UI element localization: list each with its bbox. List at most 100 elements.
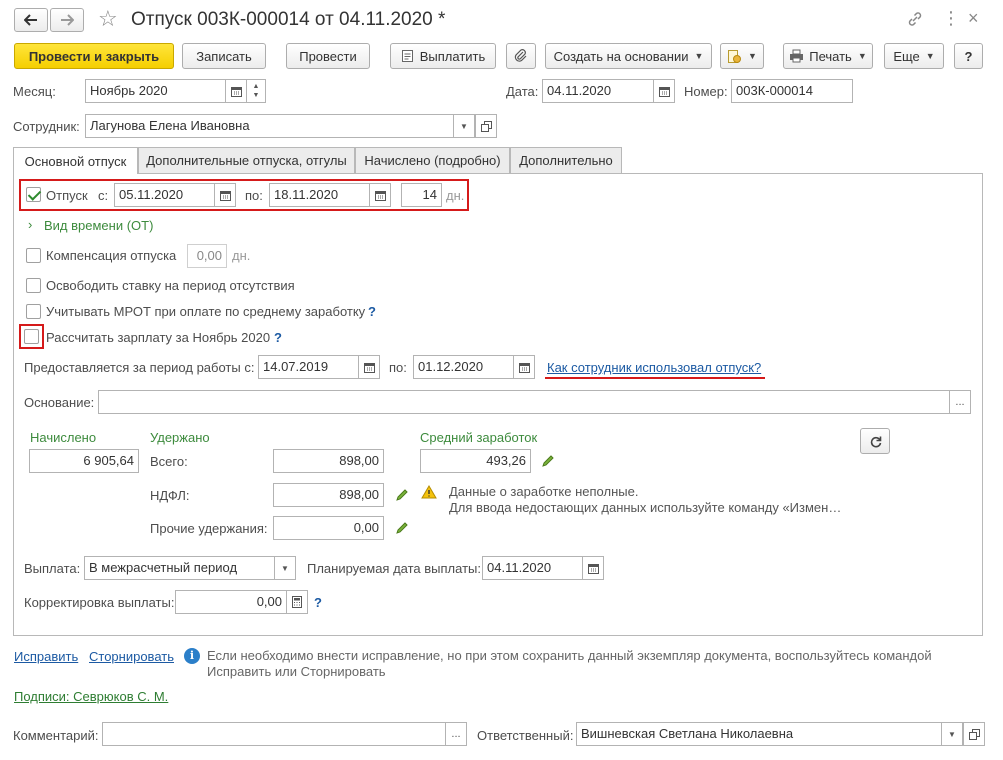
kebab-menu-icon[interactable]: ⋮ bbox=[942, 8, 960, 29]
save-button[interactable]: Записать bbox=[182, 43, 266, 69]
period-from-field[interactable]: 14.07.2019 bbox=[258, 355, 359, 379]
basis-field[interactable] bbox=[98, 390, 950, 414]
planned-date-calendar-button[interactable] bbox=[582, 556, 604, 580]
chevron-down-icon: ▼ bbox=[748, 51, 757, 61]
print-button[interactable]: Печать ▼ bbox=[783, 43, 873, 69]
signatures-link[interactable]: Подписи: Севрюков С. М. bbox=[14, 689, 168, 705]
tab-accrued-detailed[interactable]: Начислено (подробно) bbox=[355, 147, 510, 173]
total-withheld-field[interactable]: 898,00 bbox=[273, 449, 384, 473]
planned-date-label: Планируемая дата выплаты: bbox=[307, 561, 481, 576]
calendar-icon bbox=[374, 190, 386, 201]
compensation-label: Компенсация отпуска bbox=[46, 248, 177, 263]
vacation-from-label: с: bbox=[98, 188, 109, 203]
time-type-chevron-icon[interactable]: › bbox=[28, 217, 32, 232]
calc-salary-help-icon[interactable]: ? bbox=[274, 330, 282, 345]
compensation-checkbox[interactable] bbox=[26, 248, 41, 263]
period-to-calendar-button[interactable] bbox=[513, 355, 535, 379]
other-edit-pencil-icon[interactable] bbox=[395, 521, 409, 535]
tab-additional-vacations[interactable]: Дополнительные отпуска, отгулы bbox=[138, 147, 355, 173]
ndfl-field[interactable]: 898,00 bbox=[273, 483, 384, 507]
mrot-help-icon[interactable]: ? bbox=[368, 304, 376, 319]
period-to-field[interactable]: 01.12.2020 bbox=[413, 355, 514, 379]
create-based-on-label: Создать на основании bbox=[553, 48, 689, 64]
more-button-label: Еще bbox=[893, 48, 920, 64]
payment-dropdown-button[interactable]: ▼ bbox=[274, 556, 296, 580]
vacation-to-calendar-button[interactable] bbox=[369, 183, 391, 207]
calendar-icon bbox=[230, 86, 242, 97]
attach-button[interactable] bbox=[506, 43, 536, 69]
ndfl-edit-pencil-icon[interactable] bbox=[395, 488, 409, 502]
avg-earnings-field[interactable]: 493,26 bbox=[420, 449, 531, 473]
help-button[interactable]: ? bbox=[954, 43, 983, 69]
planned-date-field[interactable]: 04.11.2020 bbox=[482, 556, 583, 580]
basis-label: Основание: bbox=[24, 395, 95, 410]
responsible-open-button[interactable] bbox=[963, 722, 985, 746]
storno-link[interactable]: Сторнировать bbox=[89, 649, 174, 665]
chevron-down-icon: ▼ bbox=[948, 729, 956, 739]
post-button[interactable]: Провести bbox=[286, 43, 370, 69]
info-line2: Исправить или Сторнировать bbox=[207, 664, 386, 679]
comment-field[interactable] bbox=[102, 722, 446, 746]
stepper-down-icon[interactable]: ▼ bbox=[253, 91, 260, 100]
vacation-checkbox[interactable] bbox=[26, 187, 41, 202]
correction-label: Корректировка выплаты: bbox=[24, 595, 175, 610]
vacation-to-label: по: bbox=[245, 188, 263, 203]
number-field[interactable]: 003К-000014 bbox=[731, 79, 853, 103]
correction-calculator-button[interactable] bbox=[286, 590, 308, 614]
mrot-checkbox[interactable] bbox=[26, 304, 41, 319]
other-withholdings-label: Прочие удержания: bbox=[150, 521, 268, 536]
vacation-from-field[interactable]: 05.11.2020 bbox=[114, 183, 215, 207]
date-field[interactable]: 04.11.2020 bbox=[542, 79, 654, 103]
close-icon[interactable]: × bbox=[968, 8, 979, 29]
calc-salary-label: Рассчитать зарплату за Ноябрь 2020 bbox=[46, 330, 271, 345]
link-icon[interactable] bbox=[907, 11, 923, 30]
more-button[interactable]: Еще ▼ bbox=[884, 43, 944, 69]
stepper-up-icon[interactable]: ▲ bbox=[253, 82, 260, 91]
employee-open-button[interactable] bbox=[475, 114, 497, 138]
calc-salary-checkbox[interactable] bbox=[24, 329, 39, 344]
favorite-star-icon[interactable]: ☆ bbox=[98, 6, 118, 32]
post-and-close-button[interactable]: Провести и закрыть bbox=[14, 43, 174, 69]
avg-earnings-label: Средний заработок bbox=[420, 430, 538, 445]
date-calendar-button[interactable] bbox=[653, 79, 675, 103]
vacation-to-field[interactable]: 18.11.2020 bbox=[269, 183, 370, 207]
accrued-field[interactable]: 6 905,64 bbox=[29, 449, 139, 473]
responsible-label: Ответственный: bbox=[477, 728, 574, 743]
vacation-days-field[interactable]: 14 bbox=[401, 183, 442, 207]
pay-button[interactable]: Выплатить bbox=[390, 43, 496, 69]
compensation-days-field[interactable]: 0,00 bbox=[187, 244, 227, 268]
period-from-calendar-button[interactable] bbox=[358, 355, 380, 379]
responsible-field[interactable]: Вишневская Светлана Николаевна bbox=[576, 722, 942, 746]
employee-dropdown-button[interactable]: ▼ bbox=[453, 114, 475, 138]
employee-label: Сотрудник: bbox=[13, 119, 80, 134]
basis-select-button[interactable]: ... bbox=[949, 390, 971, 414]
correction-help-icon[interactable]: ? bbox=[314, 595, 322, 610]
month-stepper[interactable]: ▲ ▼ bbox=[246, 79, 266, 103]
responsible-dropdown-button[interactable]: ▼ bbox=[941, 722, 963, 746]
back-button[interactable] bbox=[14, 8, 48, 32]
tab-additional[interactable]: Дополнительно bbox=[510, 147, 622, 173]
arrow-right-icon bbox=[61, 14, 74, 26]
tab-main-vacation[interactable]: Основной отпуск bbox=[13, 147, 138, 174]
document-icon bbox=[401, 50, 413, 62]
refresh-button[interactable] bbox=[860, 428, 890, 454]
release-rate-label: Освободить ставку на период отсутствия bbox=[46, 278, 295, 293]
forward-button[interactable] bbox=[50, 8, 84, 32]
release-rate-checkbox[interactable] bbox=[26, 278, 41, 293]
create-based-on-button[interactable]: Создать на основании ▼ bbox=[545, 43, 712, 69]
month-field[interactable]: Ноябрь 2020 bbox=[85, 79, 226, 103]
calendar-button[interactable] bbox=[225, 79, 247, 103]
other-withholdings-field[interactable]: 0,00 bbox=[273, 516, 384, 540]
correction-field[interactable]: 0,00 bbox=[175, 590, 287, 614]
pay-button-label: Выплатить bbox=[419, 48, 486, 64]
report-menu-button[interactable]: ▼ bbox=[720, 43, 764, 69]
employee-field[interactable]: Лагунова Елена Ивановна bbox=[85, 114, 454, 138]
vacation-from-calendar-button[interactable] bbox=[214, 183, 236, 207]
comment-select-button[interactable]: ... bbox=[445, 722, 467, 746]
fix-link[interactable]: Исправить bbox=[14, 649, 78, 665]
payment-field[interactable]: В межрасчетный период bbox=[84, 556, 275, 580]
avg-edit-pencil-icon[interactable] bbox=[541, 454, 555, 468]
time-type-link[interactable]: Вид времени (ОТ) bbox=[44, 218, 153, 234]
vacation-usage-link[interactable]: Как сотрудник использовал отпуск? bbox=[547, 360, 761, 376]
calculator-icon bbox=[292, 596, 302, 608]
